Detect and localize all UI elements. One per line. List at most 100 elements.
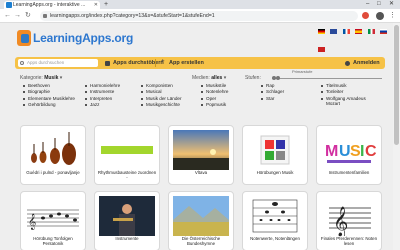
search-input[interactable]: Apps durchsuchen	[18, 59, 98, 67]
media-value: alles	[211, 75, 223, 81]
maximize-icon[interactable]: □	[377, 0, 381, 9]
url-text: learningapps.org/index.php?category=13&s…	[50, 13, 215, 19]
category-filter[interactable]: Kategorie: Musik ▾	[20, 73, 62, 83]
app-card[interactable]: Instrumente	[94, 191, 160, 250]
category-column: Rap Schlager Star	[261, 83, 284, 102]
alpine-landscape-image	[173, 196, 229, 236]
close-window-icon[interactable]: ✕	[389, 0, 394, 9]
scrollbar-thumb[interactable]	[394, 25, 399, 145]
svg-text:C: C	[365, 143, 377, 160]
category-link[interactable]: Star	[261, 96, 284, 102]
user-icon	[345, 61, 350, 66]
app-card-title: Rhythmusbausteine zuordnen -	[97, 170, 157, 180]
audio-quiz-image	[247, 130, 303, 170]
page: LearningApps.org Apps durchsuchen Apps d…	[0, 23, 400, 250]
grid-icon	[105, 61, 110, 66]
app-card-title: Instrumentenfamilien	[328, 170, 370, 175]
menu-icon[interactable]: ⋮	[389, 11, 396, 20]
toolbar-divider	[155, 59, 156, 67]
app-card[interactable]: M U S I C Instrumentenfamilien	[316, 125, 382, 185]
language-flags	[318, 29, 400, 52]
create-app-button[interactable]: + App erstellen	[161, 58, 204, 68]
logo-text: LearningApps.org	[33, 31, 134, 45]
reload-icon[interactable]: ↻	[25, 11, 31, 21]
app-card-title: Hörübung Tonfolgen Pentatonik	[33, 236, 73, 246]
flag-other-icon[interactable]	[318, 47, 325, 52]
instrument-player-image	[99, 196, 155, 236]
media-filter[interactable]: Medien: alles ▾	[192, 73, 226, 83]
main-toolbar: Apps durchsuchen Apps durchstöbern + App…	[15, 57, 385, 69]
svg-text:𝄞: 𝄞	[333, 206, 348, 236]
avatar[interactable]	[376, 12, 384, 20]
lock-icon	[43, 14, 47, 18]
category-column: Titelmusik Tonleiter Wolfgang Amadeus Mo…	[321, 83, 369, 106]
app-card-title: Hörübungen Musik	[256, 170, 294, 175]
back-icon[interactable]: ←	[4, 11, 11, 21]
note-values-chart-image	[247, 196, 303, 236]
app-card[interactable]: Die Österreichische Bundeshymne	[168, 191, 234, 250]
app-card-title: Finales Pferderennen: Noten lesen	[320, 236, 378, 246]
favicon-icon	[6, 2, 12, 8]
app-card[interactable]: 𝄞 Hörübung Tonfolgen Pentatonik	[20, 191, 86, 250]
app-card[interactable]: 𝄞 Finales Pferderennen: Noten lesen	[316, 191, 382, 250]
svg-text:I: I	[360, 143, 364, 160]
svg-text:U: U	[339, 143, 351, 160]
new-tab-icon[interactable]: +	[104, 0, 108, 9]
svg-text:𝄞: 𝄞	[28, 213, 36, 230]
address-bar-row: ← → ↻ learningapps.org/index.php?categor…	[0, 9, 400, 23]
flag-ru-icon[interactable]	[380, 29, 388, 34]
level-caption: Primarstufe	[292, 69, 313, 74]
media-label: Medien:	[192, 75, 210, 81]
forward-icon[interactable]: →	[14, 11, 21, 21]
app-card-title: Guédri i pulnd - ponavljanje	[26, 170, 80, 175]
treble-clef-staff-image: 𝄞	[321, 196, 377, 236]
site-logo[interactable]: LearningApps.org	[17, 28, 147, 50]
browser-tab-bar: LearningApps.org - interaktive ... ✕ + –…	[0, 0, 400, 9]
login-button[interactable]: Anmelden	[345, 58, 380, 68]
page-scrollbar[interactable]	[393, 23, 400, 250]
flag-de-icon[interactable]	[318, 29, 325, 34]
app-card[interactable]: Guédri i pulnd - ponavljanje	[20, 125, 86, 185]
app-card[interactable]: Hörübungen Musik	[242, 125, 308, 185]
category-column: Beethoven Biographie Elementare Musikleh…	[23, 83, 75, 108]
flag-es-icon[interactable]	[355, 29, 363, 34]
category-link[interactable]: Popmusik	[201, 102, 228, 108]
river-landscape-image	[173, 130, 229, 170]
flag-fr-icon[interactable]	[342, 29, 350, 34]
category-link[interactable]: Wolfgang Amadeus Mozart	[321, 96, 369, 106]
filter-row: Kategorie: Musik ▾ Medien: alles ▾ Stufe…	[20, 69, 382, 83]
app-card[interactable]: Vltava	[168, 125, 234, 185]
app-card[interactable]: Rhythmusbausteine zuordnen -	[94, 125, 160, 185]
category-link[interactable]: Jazz	[85, 102, 120, 108]
level-slider[interactable]	[272, 76, 382, 80]
svg-text:M: M	[325, 143, 338, 160]
site-header: LearningApps.org	[0, 23, 400, 57]
category-column: Komponisten Musical Musik der Länder Mus…	[141, 83, 182, 108]
app-card-title: Vltava	[194, 170, 208, 175]
category-link[interactable]: Musikgeschichte	[141, 102, 182, 108]
level-label: Stufen:	[245, 75, 261, 81]
url-field[interactable]: learningapps.org/index.php?category=13&s…	[40, 11, 358, 21]
category-column: Musikstile Notenlehre Oper Popmusik	[201, 83, 228, 108]
sheet-music-image: 𝄞	[25, 196, 81, 236]
tab-title: LearningApps.org - interaktive ...	[13, 2, 86, 8]
flag-it-icon[interactable]	[367, 29, 375, 34]
category-label: Kategorie:	[20, 75, 43, 81]
plus-icon: +	[161, 59, 165, 65]
search-icon	[20, 61, 24, 65]
browser-tab[interactable]: LearningApps.org - interaktive ... ✕	[4, 1, 100, 9]
close-tab-icon[interactable]: ✕	[94, 1, 98, 9]
category-column: Harmonielehre Instrumente Interpreten Ja…	[85, 83, 120, 108]
category-link[interactable]: Gehörbildung	[23, 102, 75, 108]
browse-apps-label: Apps durchstöbern	[113, 60, 164, 66]
flag-gb-icon[interactable]	[330, 29, 338, 34]
chevron-down-icon: ▾	[223, 75, 227, 81]
violin-family-image	[25, 130, 81, 170]
music-word-art-image: M U S I C	[321, 130, 377, 170]
minimize-icon[interactable]: –	[366, 0, 369, 9]
slider-handle-end[interactable]	[276, 76, 280, 80]
category-value: Musik	[44, 75, 59, 81]
app-card-title: Die Österreichische Bundeshymne	[181, 236, 221, 246]
extension-icon[interactable]	[362, 12, 369, 19]
app-card[interactable]: Notenwerte, Notenlängen	[242, 191, 308, 250]
